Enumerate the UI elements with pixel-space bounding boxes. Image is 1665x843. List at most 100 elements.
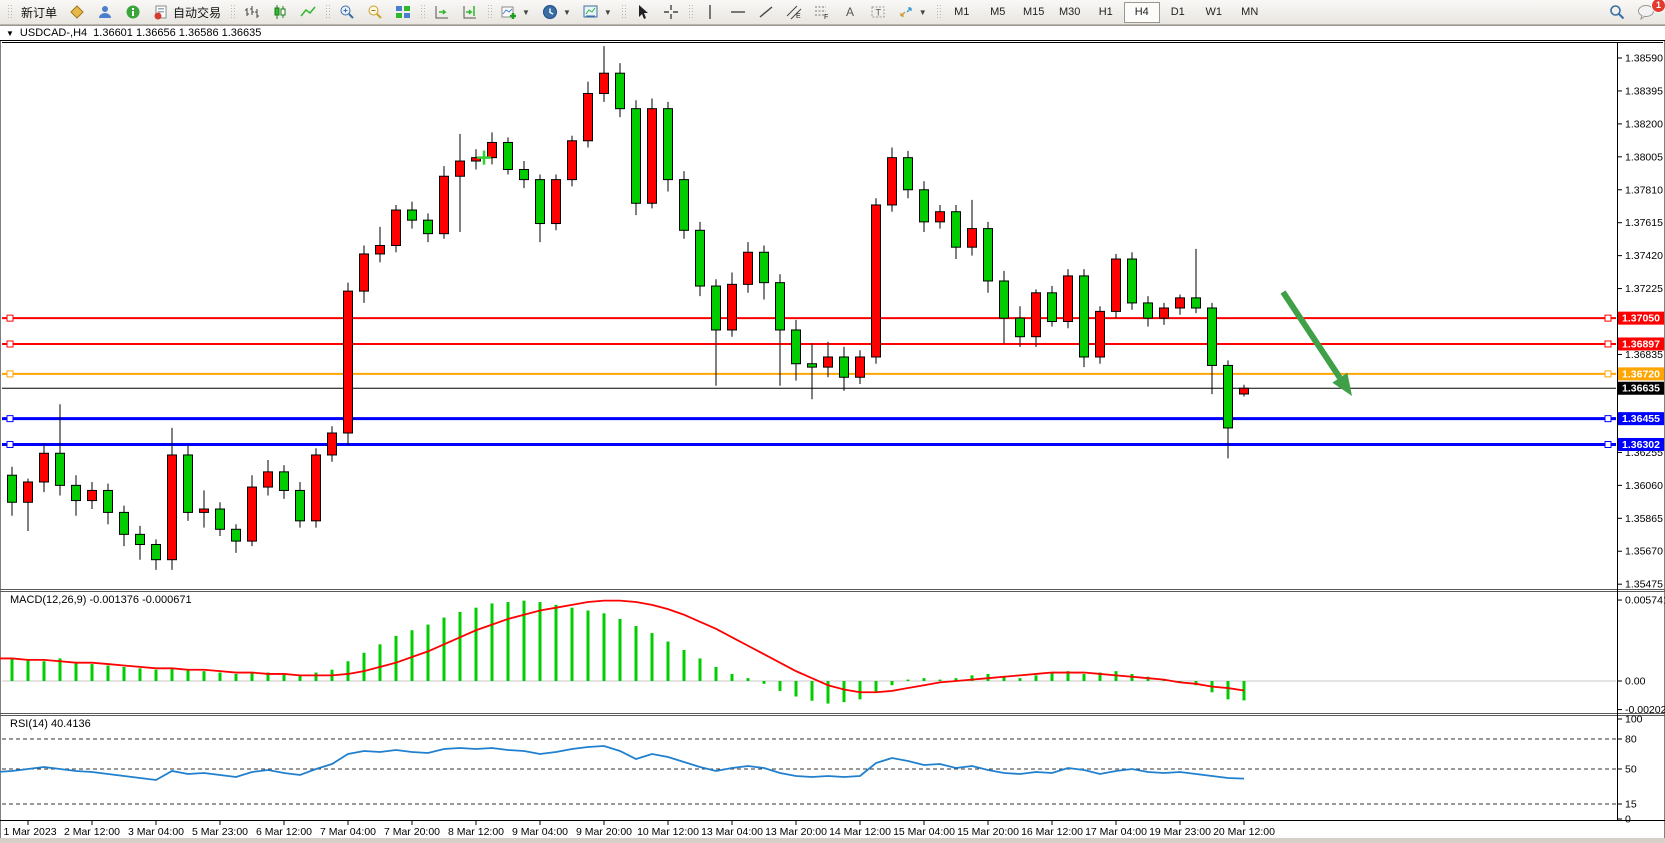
candle-body [232, 529, 241, 541]
macd-bar [107, 665, 110, 681]
price-tag-1.36635: 1.36635 [1618, 382, 1664, 395]
candle-body [488, 142, 497, 157]
candle-body [664, 109, 673, 180]
price-tick-label: 1.36835 [1625, 349, 1663, 361]
trendline-tool-icon[interactable] [752, 1, 780, 24]
candle-body [56, 453, 65, 485]
timeframe-button-h1[interactable]: H1 [1088, 2, 1124, 23]
crosshair-icon[interactable] [657, 1, 685, 24]
timeframe-button-m5[interactable]: M5 [980, 2, 1016, 23]
toolbar-separator [688, 4, 693, 20]
arrows-tool-icon[interactable]: ▼ [892, 1, 933, 24]
timeframe-button-m30[interactable]: M30 [1052, 2, 1088, 23]
candle-body [568, 141, 577, 180]
timeframe-button-d1[interactable]: D1 [1160, 2, 1196, 23]
candle-body [856, 357, 865, 377]
macd-bar [379, 644, 382, 681]
fibonacci-tool-icon[interactable]: F [808, 1, 836, 24]
chart-symbol-period: USDCAD-,H4 [20, 27, 87, 39]
candle-body [600, 73, 609, 93]
market-watch-icon[interactable] [63, 1, 91, 24]
data-window-icon[interactable] [91, 1, 119, 24]
tile-windows-icon[interactable] [389, 1, 417, 24]
rsi-axis-label: 0 [1625, 814, 1631, 826]
time-label: 1 Mar 2023 [3, 826, 56, 838]
candle-body [8, 475, 17, 502]
macd-bar [859, 681, 862, 699]
timeframe-button-h4[interactable]: H4 [1124, 2, 1160, 23]
cursor-icon[interactable] [629, 1, 657, 24]
line-chart-icon[interactable] [294, 1, 322, 24]
bar-chart-icon[interactable] [238, 1, 266, 24]
horizontal-line-tool-icon[interactable] [724, 1, 752, 24]
timeframe-button-m15[interactable]: M15 [1016, 2, 1052, 23]
candle-body [344, 291, 353, 433]
vertical-line-tool-icon[interactable] [696, 1, 724, 24]
candlestick-chart-icon[interactable] [266, 1, 294, 24]
indicators-icon[interactable]: ▼ [495, 1, 536, 24]
macd-bar [939, 680, 942, 681]
macd-bar [699, 658, 702, 681]
macd-bar [635, 626, 638, 681]
macd-bar [27, 660, 30, 681]
chart-canvas[interactable]: 1.385901.383951.382001.380051.378101.376… [0, 0, 1665, 843]
macd-bar [155, 670, 158, 681]
macd-label: MACD(12,26,9) -0.001376 -0.000671 [10, 594, 192, 606]
svg-text:1.36302: 1.36302 [1622, 439, 1660, 451]
new-order-button[interactable]: 新订单 [15, 1, 63, 24]
collapse-triangle-icon[interactable]: ▼ [6, 29, 14, 38]
toolbar: 新订单 自动交易 ▼ ▼ [0, 0, 1665, 25]
candle-body [1192, 298, 1201, 308]
candle-body [648, 109, 657, 204]
candle-body [1208, 308, 1217, 365]
text-label-tool-icon[interactable]: T [864, 1, 892, 24]
candle-body [360, 254, 369, 291]
candle-body [72, 485, 81, 500]
navigator-icon[interactable] [119, 1, 147, 24]
price-tick-label: 1.37225 [1625, 283, 1663, 295]
macd-bar [603, 613, 606, 681]
dropdown-arrow-icon: ▼ [563, 8, 571, 17]
zoom-out-icon[interactable] [361, 1, 389, 24]
timeframe-button-mn[interactable]: MN [1232, 2, 1268, 23]
toolbar-separator [487, 4, 492, 20]
zoom-in-icon[interactable] [333, 1, 361, 24]
auto-trading-icon [153, 4, 169, 20]
chart-ohlc-values: 1.36601 1.36656 1.36586 1.36635 [93, 27, 261, 39]
chat-notifications-button[interactable]: 1 [1631, 1, 1661, 24]
macd-bar [779, 681, 782, 691]
chart-shift-icon[interactable] [456, 1, 484, 24]
candle-body [712, 286, 721, 330]
templates-icon[interactable]: ▼ [577, 1, 618, 24]
candle-body [168, 455, 177, 560]
text-tool-icon[interactable]: A [836, 1, 864, 24]
periods-icon[interactable]: ▼ [536, 1, 577, 24]
candle-body [584, 93, 593, 140]
macd-bar [651, 633, 654, 681]
time-label: 17 Mar 04:00 [1085, 826, 1147, 838]
dropdown-arrow-icon: ▼ [604, 8, 612, 17]
search-icon[interactable] [1603, 1, 1631, 24]
macd-bar [1035, 675, 1038, 681]
timeframe-button-w1[interactable]: W1 [1196, 2, 1232, 23]
macd-bar [763, 681, 766, 684]
macd-bar [443, 618, 446, 681]
time-label: 8 Mar 12:00 [448, 826, 504, 838]
timeframe-button-m1[interactable]: M1 [944, 2, 980, 23]
toolbar-separator [621, 4, 626, 20]
candle-body [1096, 311, 1105, 357]
channel-tool-icon[interactable]: E [780, 1, 808, 24]
candle-body [456, 161, 465, 176]
auto-trading-button[interactable]: 自动交易 [147, 1, 227, 24]
price-tick-label: 1.37615 [1625, 217, 1663, 229]
macd-bar [1227, 681, 1230, 699]
price-tick-label: 1.37810 [1625, 184, 1663, 196]
macd-bar [875, 681, 878, 692]
auto-scroll-icon[interactable] [428, 1, 456, 24]
candle-body [536, 180, 545, 224]
macd-bar [1083, 674, 1086, 681]
macd-bar [283, 674, 286, 681]
candle-body [1016, 318, 1025, 337]
candle-body [792, 330, 801, 364]
macd-bar [251, 673, 254, 681]
